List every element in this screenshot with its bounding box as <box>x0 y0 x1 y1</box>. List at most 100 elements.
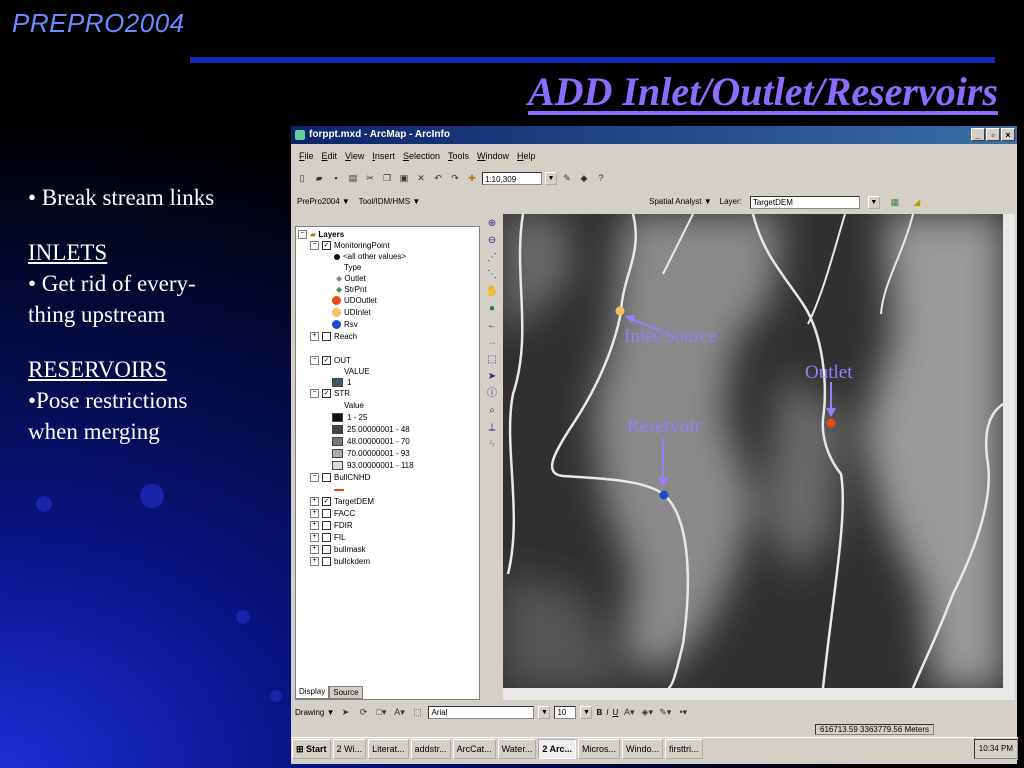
marker-color-icon[interactable]: •▾ <box>676 705 690 719</box>
new-icon[interactable]: ▯ <box>295 171 309 185</box>
line-color-icon[interactable]: ✎▾ <box>658 705 672 719</box>
taskbar-item[interactable]: 2 Wi... <box>332 739 367 759</box>
zoom-out-icon[interactable]: ⊖ <box>485 234 499 248</box>
toc-targetdem[interactable]: + ✓ TargetDEM <box>310 496 374 507</box>
header-rule <box>190 57 995 63</box>
maximize-button[interactable]: ▫ <box>986 128 1000 141</box>
tab-source[interactable]: Source <box>329 686 363 699</box>
layer-dropdown-icon[interactable]: ▼ <box>867 195 880 209</box>
measure-icon[interactable]: ⟂ <box>485 421 499 435</box>
edit-vertices-icon[interactable]: ⬚ <box>410 705 424 719</box>
fixed-zoom-in-icon[interactable]: ⋰ <box>485 251 499 265</box>
taskbar-item[interactable]: Micros... <box>578 739 621 759</box>
taskbar-item[interactable]: Water... <box>497 739 537 759</box>
close-button[interactable]: × <box>1001 128 1015 141</box>
toc-bullckdem[interactable]: + bullckdem <box>310 556 370 567</box>
undo-icon[interactable]: ↶ <box>431 171 445 185</box>
menu-tools[interactable]: Tools <box>448 148 469 164</box>
hyperlink-icon[interactable]: ϟ <box>485 438 499 452</box>
minimize-button[interactable]: _ <box>971 128 985 141</box>
taskbar-item[interactable]: ArcCat... <box>452 739 496 759</box>
font-dropdown-icon[interactable]: ▼ <box>538 705 551 719</box>
tab-display[interactable]: Display <box>295 686 330 699</box>
text-icon[interactable]: A▾ <box>392 705 406 719</box>
rectangle-icon[interactable]: □▾ <box>374 705 388 719</box>
find-icon[interactable]: ⌕ <box>485 404 499 418</box>
toc-facc[interactable]: + FACC <box>310 508 355 519</box>
layer-select[interactable]: TargetDEM <box>749 195 860 209</box>
map-horizontal-scrollbar[interactable] <box>503 688 1015 700</box>
spatial-analyst-menu[interactable]: Spatial Analyst ▼ <box>649 195 712 209</box>
menu-view[interactable]: View <box>345 148 364 164</box>
bold-button[interactable]: B <box>596 708 602 717</box>
reservoirs-heading: RESERVOIRS <box>28 357 167 382</box>
font-select[interactable]: Arial <box>428 705 535 719</box>
scale-dropdown-icon[interactable]: ▼ <box>545 171 557 185</box>
add-data-icon[interactable]: ✚ <box>465 171 479 185</box>
toc-bullcnhd[interactable]: − BullCNHD <box>310 472 370 483</box>
toc-monitoring-point[interactable]: − ✓ MonitoringPoint <box>310 240 390 251</box>
select-pointer-icon[interactable]: ➤ <box>338 705 352 719</box>
toc-layers-root[interactable]: − ▰ Layers <box>298 229 344 240</box>
menu-file[interactable]: File <box>299 148 314 164</box>
coordinate-readout: 616713.59 3363779.56 Meters <box>815 724 934 735</box>
pan-icon[interactable]: ✋ <box>485 285 499 299</box>
menu-insert[interactable]: Insert <box>372 148 395 164</box>
toc-udinlet: UDInlet <box>332 307 371 318</box>
font-size-select[interactable]: 10 <box>554 705 577 719</box>
underline-button[interactable]: U <box>613 708 619 717</box>
editor-icon[interactable]: ✎ <box>560 171 574 185</box>
taskbar-item[interactable]: Literat... <box>368 739 409 759</box>
prepro-toolbar-menu[interactable]: PrePro2004 ▼ <box>297 197 350 206</box>
cut-icon[interactable]: ✂ <box>363 171 377 185</box>
identify-icon[interactable]: ⓘ <box>485 387 499 401</box>
toc-fil[interactable]: + FIL <box>310 532 346 543</box>
select-elements-icon[interactable]: ➤ <box>485 370 499 384</box>
contour-icon[interactable]: ◢ <box>910 195 924 209</box>
zoom-in-icon[interactable]: ⊕ <box>485 217 499 231</box>
copy-icon[interactable]: ❐ <box>380 171 394 185</box>
toc-bullmask[interactable]: + bullmask <box>310 544 366 555</box>
taskbar-item[interactable]: Windo... <box>622 739 664 759</box>
whats-this-icon[interactable]: ? <box>594 171 608 185</box>
fill-color-icon[interactable]: ◈▾ <box>640 705 654 719</box>
print-icon[interactable]: ▤ <box>346 171 360 185</box>
taskbar-item[interactable]: firsttri... <box>665 739 703 759</box>
toc-tabs: Display Source <box>295 686 363 699</box>
full-extent-icon[interactable]: ● <box>485 302 499 316</box>
redo-icon[interactable]: ↷ <box>448 171 462 185</box>
toc-fdir[interactable]: + FDIR <box>310 520 353 531</box>
toc-out[interactable]: − ✓ OUT <box>310 355 351 366</box>
select-features-icon[interactable]: ⬚ <box>485 353 499 367</box>
menu-selection[interactable]: Selection <box>403 148 440 164</box>
menu-help[interactable]: Help <box>517 148 536 164</box>
toc-reach[interactable]: + Reach <box>310 331 357 342</box>
fixed-zoom-out-icon[interactable]: ⋱ <box>485 268 499 282</box>
font-color-icon[interactable]: A▾ <box>622 705 636 719</box>
italic-button[interactable]: I <box>606 708 608 717</box>
delete-icon[interactable]: ✕ <box>414 171 428 185</box>
paste-icon[interactable]: ▣ <box>397 171 411 185</box>
menu-window[interactable]: Window <box>477 148 509 164</box>
taskbar-item[interactable]: addstr... <box>410 739 451 759</box>
open-icon[interactable]: ▰ <box>312 171 326 185</box>
save-icon[interactable]: ▪ <box>329 171 343 185</box>
menu-edit[interactable]: Edit <box>322 148 338 164</box>
map-display[interactable]: Inlet/Source Outlet Reservoir <box>503 214 1003 688</box>
drawing-menu[interactable]: Drawing ▼ <box>295 708 334 717</box>
tool-idm-hms-menu[interactable]: Tool/IDM/HMS ▼ <box>359 197 421 206</box>
window-titlebar[interactable]: forppt.mxd - ArcMap - ArcInfo _ ▫ × <box>291 126 1017 144</box>
inlet-source-label: Inlet/Source <box>624 326 717 347</box>
map-scale-field[interactable]: 1:10,309 <box>482 171 542 185</box>
toc-udoutlet: UDOutlet <box>332 295 377 306</box>
forward-icon[interactable]: → <box>485 336 499 350</box>
histogram-icon[interactable]: ▦ <box>888 195 902 209</box>
rotate-icon[interactable]: ⟳ <box>356 705 370 719</box>
start-button[interactable]: ⊞ Start <box>292 739 331 759</box>
map-vertical-scrollbar[interactable] <box>1003 214 1015 688</box>
size-dropdown-icon[interactable]: ▼ <box>580 705 593 719</box>
taskbar-item-active[interactable]: 2 Arc... <box>538 739 577 759</box>
toc-str[interactable]: − ✓ STR <box>310 388 350 399</box>
back-icon[interactable]: ← <box>485 319 499 333</box>
arctoolbox-icon[interactable]: ◆ <box>577 171 591 185</box>
